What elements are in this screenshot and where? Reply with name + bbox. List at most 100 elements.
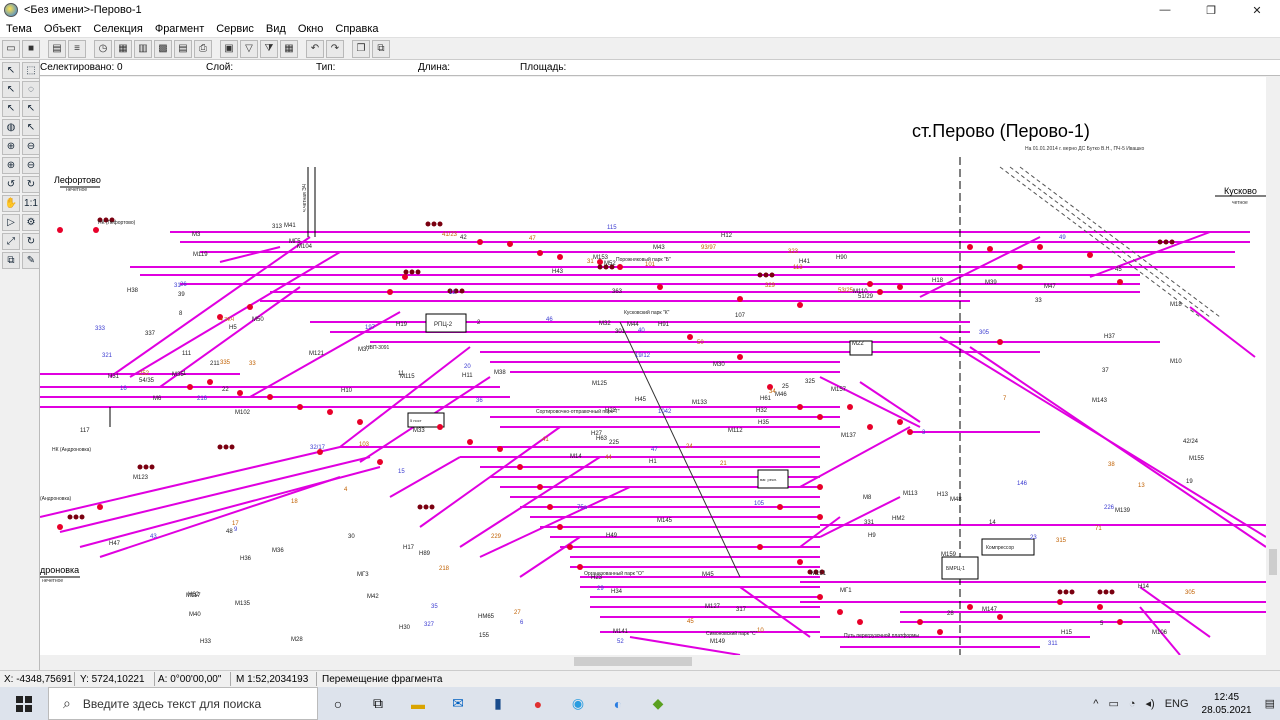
track-label: МГ5 xyxy=(289,239,301,245)
clock[interactable]: 12:45 28.05.2021 xyxy=(1194,691,1260,717)
zoom-window-icon[interactable]: ⊕ xyxy=(2,157,20,174)
notifications-icon[interactable]: ▤ xyxy=(1260,697,1280,710)
map-canvas[interactable]: Н1 Н5 Н63 Н62 Н61 Н89 Н90 Н91 М110 М112 М104 М106 М1… xyxy=(40,77,1266,655)
track-number: 12 xyxy=(449,290,456,296)
track-label: Н89 xyxy=(419,551,431,557)
edge-icon[interactable]: ◐ xyxy=(598,687,638,720)
select-color-icon[interactable]: ◍ xyxy=(2,119,20,136)
track-label: Н11 xyxy=(462,373,473,379)
scale-icon[interactable]: ◷ xyxy=(94,39,112,58)
track-number: 37 xyxy=(1102,368,1109,374)
vivaldi-icon[interactable]: ● xyxy=(518,687,558,720)
select-arrow-icon[interactable]: ↖ xyxy=(2,62,20,79)
menu-view[interactable]: Вид xyxy=(260,20,292,38)
track-label: М135 xyxy=(235,601,251,607)
track-number: 4 xyxy=(344,487,348,493)
rotate-right-icon[interactable]: ↻ xyxy=(22,176,40,193)
menu-selection[interactable]: Селекция xyxy=(87,20,148,38)
volume-icon[interactable]: ◂) xyxy=(1141,697,1160,710)
window-icon[interactable]: ❐ xyxy=(352,39,370,58)
telegram-icon[interactable]: ◉ xyxy=(558,687,598,720)
track-number: 331 xyxy=(864,520,875,526)
map-app-icon[interactable]: ◆ xyxy=(638,687,678,720)
table-icon[interactable]: ▦ xyxy=(114,39,132,58)
menu-object[interactable]: Объект xyxy=(38,20,87,38)
track-label: М32 xyxy=(599,321,611,327)
language-indicator[interactable]: ENG xyxy=(1160,698,1194,710)
tray-chevron-icon[interactable]: ^ xyxy=(1088,698,1103,710)
andronovka-label: (Андроновка) xyxy=(40,496,72,502)
zoom-out-icon[interactable]: ⊖ xyxy=(22,138,40,155)
open-folder-icon[interactable]: ▭ xyxy=(2,39,20,58)
track-number: 317 xyxy=(736,607,747,613)
track-label: Н45 xyxy=(635,397,647,403)
track-number: 305 xyxy=(1185,590,1196,596)
nk-andronovka-label: НК (Андроновка) xyxy=(52,447,91,453)
select-node-icon[interactable]: ↖ xyxy=(2,81,20,98)
track-map[interactable]: Н1Н5Н63Н62Н61Н89Н90Н91М110М112М104М106М1… xyxy=(40,77,1266,655)
track-number: 30 xyxy=(348,534,355,540)
measure-icon[interactable]: ⤢ xyxy=(2,233,20,250)
horizontal-scrollbar[interactable] xyxy=(40,655,1266,668)
undo-icon[interactable]: ↶ xyxy=(306,39,324,58)
horizontal-scroll-thumb[interactable] xyxy=(574,657,692,666)
cortana-icon[interactable]: ○ xyxy=(318,687,358,720)
scale-one-icon[interactable]: 1:1 xyxy=(22,195,40,212)
menu-service[interactable]: Сервис xyxy=(210,20,260,38)
window-cascade-icon[interactable]: ⧉ xyxy=(372,39,390,58)
print-icon[interactable]: ⎙ xyxy=(194,39,212,58)
track-number: 211 xyxy=(210,361,220,367)
track-number: 19/12 xyxy=(635,353,651,359)
properties-icon[interactable]: ▤ xyxy=(48,39,66,58)
close-button[interactable]: ✕ xyxy=(1234,0,1280,20)
explorer-icon[interactable]: ▬ xyxy=(398,687,438,720)
vertical-scrollbar[interactable] xyxy=(1266,77,1280,668)
track-number: 31 xyxy=(587,259,594,265)
pointer-icon[interactable]: ▷ xyxy=(2,214,20,231)
task-view-icon[interactable]: ⧉ xyxy=(358,687,398,720)
redo-icon[interactable]: ↷ xyxy=(326,39,344,58)
save-icon[interactable]: ■ xyxy=(22,39,40,58)
filter-settings-icon[interactable]: ⧩ xyxy=(260,39,278,58)
zoom-prev-icon[interactable]: ⊖ xyxy=(22,157,40,174)
hand-pan-icon[interactable]: ✋ xyxy=(2,195,20,212)
grid-icon[interactable]: ▩ xyxy=(154,39,172,58)
refresh-icon[interactable]: ↻ xyxy=(22,233,40,250)
track-label: Н61 xyxy=(760,396,772,402)
filter-icon[interactable]: ▽ xyxy=(240,39,258,58)
vertical-scroll-thumb[interactable] xyxy=(1269,549,1277,575)
gear-icon[interactable]: ⚙ xyxy=(22,214,40,231)
select-frame-icon[interactable]: ⬚ xyxy=(22,62,40,79)
network-icon[interactable]: ▭ xyxy=(1103,697,1123,710)
select-remove-icon[interactable]: ↖ xyxy=(22,100,40,117)
menu-help[interactable]: Справка xyxy=(329,20,384,38)
start-button[interactable] xyxy=(0,687,48,720)
edit-layer-icon[interactable]: ✎ xyxy=(22,252,40,269)
select-circle-icon[interactable]: ◌ xyxy=(22,81,40,98)
wifi-icon[interactable]: ◔ xyxy=(1124,698,1141,710)
table-edit-icon[interactable]: ▥ xyxy=(134,39,152,58)
track-label: Н36 xyxy=(240,556,252,562)
track-label: М151 xyxy=(811,571,827,577)
app-bookmark-icon[interactable]: ▮ xyxy=(478,687,518,720)
track-number: 75a xyxy=(577,505,588,511)
menu-theme[interactable]: Тема xyxy=(0,20,38,38)
grid-view-icon[interactable]: ▦ xyxy=(280,39,298,58)
track-number: 49 xyxy=(1059,235,1066,241)
layers-icon[interactable]: ≡ xyxy=(68,39,86,58)
rotate-left-icon[interactable]: ↺ xyxy=(2,176,20,193)
track-label: М40 xyxy=(189,612,201,618)
list-icon[interactable]: ▤ xyxy=(174,39,192,58)
zoom-in-icon[interactable]: ⊕ xyxy=(2,138,20,155)
menu-window[interactable]: Окно xyxy=(292,20,330,38)
menu-fragment[interactable]: Фрагмент xyxy=(149,20,210,38)
layer-toggle-icon[interactable]: ⧉ xyxy=(2,252,20,269)
legend-icon[interactable]: ▣ xyxy=(220,39,238,58)
select-red-icon[interactable]: ↖ xyxy=(22,119,40,136)
mail-icon[interactable]: ✉ xyxy=(438,687,478,720)
select-add-icon[interactable]: ↖ xyxy=(2,100,20,117)
map-subtitle: На 01.01.2014 г. верно ДС Бутко В.Н., ПЧ… xyxy=(1025,146,1145,152)
maximize-button[interactable]: ❐ xyxy=(1188,0,1234,20)
minimize-button[interactable]: — xyxy=(1142,0,1188,20)
taskbar-search[interactable]: ⌕ Введите здесь текст для поиска xyxy=(48,687,318,720)
